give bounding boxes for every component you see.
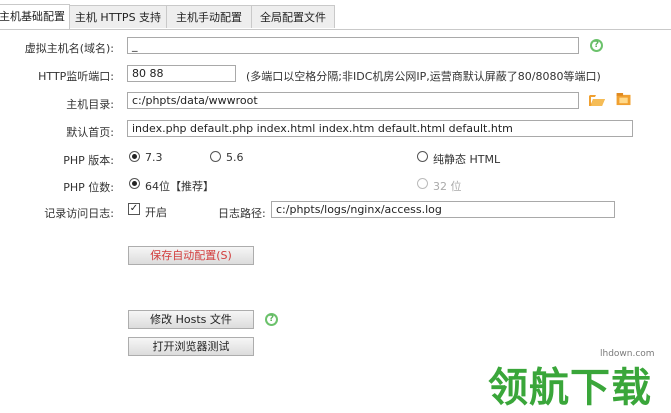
folder-explore-icon[interactable] xyxy=(616,93,632,106)
port-hint: (多端口以空格分隔;非IDC机房公网IP,运营商默认屏蔽了80/8080等端口) xyxy=(246,70,601,83)
help-icon[interactable]: ? xyxy=(590,39,603,52)
radio-32bit[interactable] xyxy=(417,178,428,189)
tab-manual-config[interactable]: 主机手动配置 xyxy=(166,5,252,28)
radio-64bit-label: 64位【推荐】 xyxy=(145,180,214,193)
index-input[interactable]: index.php default.php index.html index.h… xyxy=(127,120,633,137)
radio-php-56[interactable] xyxy=(210,151,221,162)
tab-bar: 主机基础配置 主机 HTTPS 支持 主机手动配置 全局配置文件 xyxy=(0,0,671,30)
log-checkbox[interactable]: ✓ xyxy=(128,203,140,215)
tab-https[interactable]: 主机 HTTPS 支持 xyxy=(69,5,167,28)
open-browser-button[interactable]: 打开浏览器测试 xyxy=(128,337,254,356)
watermark-logo: 领航下载 xyxy=(488,365,652,411)
port-label: HTTP监听端口: xyxy=(38,70,114,83)
dir-label: 主机目录: xyxy=(66,98,114,111)
tab-basic-config[interactable]: 主机基础配置 xyxy=(0,4,70,29)
log-path-label: 日志路径: xyxy=(218,207,266,220)
dir-input[interactable]: c:/phpts/data/wwwroot xyxy=(127,92,579,109)
hostname-input[interactable]: _ xyxy=(127,37,579,54)
folder-open-icon[interactable] xyxy=(589,94,605,107)
hostname-label: 虚拟主机名(域名): xyxy=(24,42,114,55)
tab-global-config[interactable]: 全局配置文件 xyxy=(251,5,335,28)
log-path-input[interactable]: c:/phpts/logs/nginx/access.log xyxy=(271,201,615,218)
radio-static-html[interactable] xyxy=(417,151,428,162)
edit-hosts-button[interactable]: 修改 Hosts 文件 xyxy=(128,310,254,329)
radio-64bit[interactable] xyxy=(129,178,140,189)
php-bits-label: PHP 位数: xyxy=(63,181,114,194)
port-input[interactable]: 80 88 xyxy=(127,65,236,82)
save-button[interactable]: 保存自动配置(S) xyxy=(128,246,254,265)
log-checkbox-label: 开启 xyxy=(145,206,167,219)
radio-32bit-label: 32 位 xyxy=(433,180,462,193)
hosts-help-icon[interactable]: ? xyxy=(265,313,278,326)
log-label: 记录访问日志: xyxy=(44,207,114,220)
radio-php-73[interactable] xyxy=(129,151,140,162)
radio-static-html-label: 纯静态 HTML xyxy=(433,153,501,166)
radio-php-73-label: 7.3 xyxy=(145,151,163,164)
index-label: 默认首页: xyxy=(66,126,114,139)
php-version-label: PHP 版本: xyxy=(63,154,114,167)
radio-php-56-label: 5.6 xyxy=(226,151,244,164)
